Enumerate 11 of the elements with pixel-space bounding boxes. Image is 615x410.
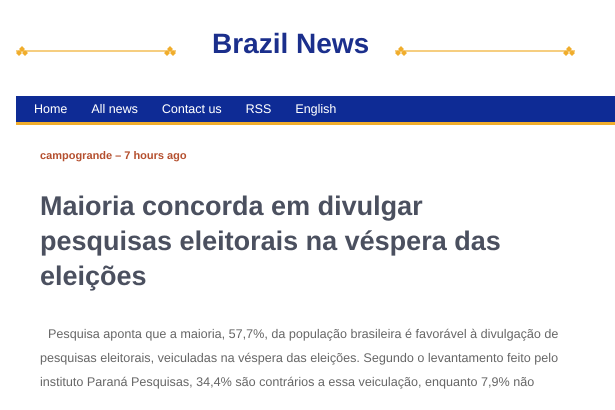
nav-link[interactable]: Contact us xyxy=(162,102,222,116)
article-headline: Maioria concorda em divulgar pesquisas eleitorais na véspera das eleições xyxy=(40,190,502,293)
nav-link[interactable]: RSS xyxy=(246,102,272,116)
meta-separator: – xyxy=(115,150,122,162)
nav-link[interactable]: Home xyxy=(34,102,68,116)
site-title[interactable]: Brazil News xyxy=(212,28,370,60)
article-time: 7 hours ago xyxy=(124,150,187,162)
article-source[interactable]: campogrande xyxy=(40,150,112,162)
nav-link[interactable]: All news xyxy=(91,102,138,116)
article-body: Pesquisa aponta que a maioria, 57,7%, da população brasileira é favorável à divulgação de pesquisas eleitorais, veiculadas na véspera das eleições. Segundo o levantamento feito pelo instituto Paraná Pesquisas, 34,4% são contrários a essa veiculação, enquanto 7,9% não xyxy=(40,326,560,391)
nav-link[interactable]: English xyxy=(295,102,336,116)
